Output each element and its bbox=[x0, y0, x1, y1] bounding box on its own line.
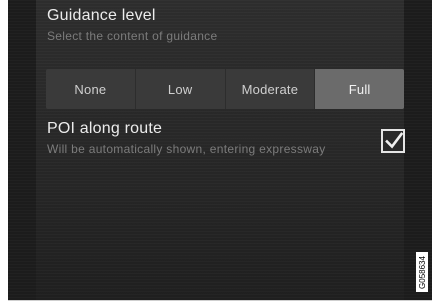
guidance-option-moderate[interactable]: Moderate bbox=[226, 69, 316, 109]
guidance-option-low[interactable]: Low bbox=[136, 69, 226, 109]
poi-along-route-subtitle: Will be automatically shown, entering ex… bbox=[47, 142, 326, 156]
figure-frame: Guidance level Select the content of gui… bbox=[0, 0, 440, 307]
poi-along-route-title: POI along route bbox=[47, 120, 163, 137]
image-code-label: G058634 bbox=[416, 252, 428, 292]
settings-screen: Guidance level Select the content of gui… bbox=[8, 0, 432, 300]
checkmark-icon bbox=[385, 132, 404, 149]
guidance-level-subtitle: Select the content of guidance bbox=[47, 29, 218, 43]
guidance-level-selector: None Low Moderate Full bbox=[46, 69, 404, 109]
image-code-text: G058634 bbox=[417, 255, 427, 289]
poi-along-route-checkbox[interactable] bbox=[381, 129, 405, 153]
guidance-option-none[interactable]: None bbox=[46, 69, 136, 109]
guidance-option-full[interactable]: Full bbox=[315, 69, 404, 109]
guidance-level-title: Guidance level bbox=[47, 7, 156, 24]
left-edge-band bbox=[8, 0, 36, 300]
bottom-border bbox=[8, 300, 432, 301]
